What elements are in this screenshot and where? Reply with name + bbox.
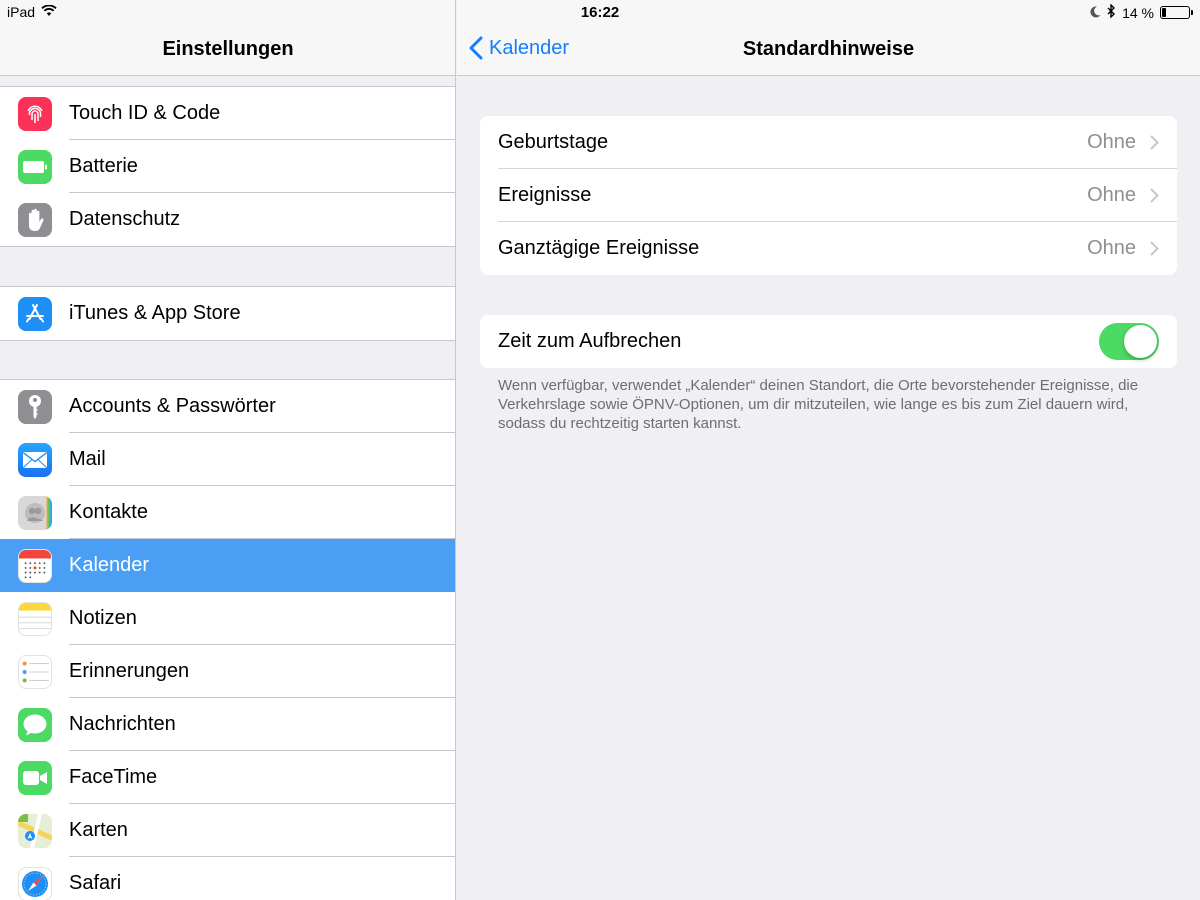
settings-group-store: iTunes & App Store [0,286,455,341]
status-time: 16:22 [580,4,620,21]
key-icon [18,389,52,424]
settings-item-label: Erinnerungen [69,660,190,682]
alert-row-label: Ereignisse [498,184,592,206]
settings-item-itunes-app-store[interactable]: iTunes & App Store [0,287,455,340]
maps-icon [18,813,52,848]
alert-row-birthdays[interactable]: Geburtstage Ohne [480,116,1177,169]
battery-icon [18,149,52,184]
calendar-detail-panel: Kalender Standardhinweise Geburtstage Oh… [457,0,1200,900]
settings-item-mail[interactable]: Mail [0,433,455,486]
settings-item-label: Kalender [69,554,150,576]
alert-row-value: Ohne [1087,184,1136,206]
settings-item-label: FaceTime [69,766,158,788]
toggle-knob [1124,325,1157,358]
settings-item-calendar[interactable]: Kalender [0,539,455,592]
alert-row-all-day-events[interactable]: Ganztägige Ereignisse Ohne [480,222,1177,275]
time-to-leave-label: Zeit zum Aufbrechen [498,330,682,352]
settings-item-battery[interactable]: Batterie [0,140,455,193]
alert-row-value: Ohne [1087,237,1136,259]
safari-icon [18,866,52,900]
settings-item-label: Nachrichten [69,713,176,735]
settings-item-privacy[interactable]: Datenschutz [0,193,455,246]
settings-item-label: Notizen [69,607,137,629]
settings-item-maps[interactable]: Karten [0,804,455,857]
notes-icon [18,601,52,636]
chevron-right-icon [1150,135,1159,150]
facetime-icon [18,760,52,795]
settings-item-contacts[interactable]: Kontakte [0,486,455,539]
alert-row-label: Geburtstage [498,131,609,153]
settings-item-reminders[interactable]: Erinnerungen [0,645,455,698]
settings-group-device: Touch ID & Code Batterie Datenschutz [0,86,455,247]
battery-percent: 14 % [1122,4,1154,21]
settings-master-panel: Einstellungen Touch ID & Code Batterie D… [0,0,456,900]
time-to-leave-toggle[interactable] [1099,323,1159,360]
settings-item-label: Karten [69,819,128,841]
chevron-right-icon [1150,241,1159,256]
moon-icon [1090,5,1101,21]
settings-item-label: Safari [69,872,122,894]
chevron-right-icon [1150,188,1159,203]
settings-item-label: Batterie [69,155,138,177]
battery-icon [1160,6,1193,19]
bluetooth-icon [1107,3,1116,21]
alert-row-events[interactable]: Ereignisse Ohne [480,169,1177,222]
fingerprint-icon [18,96,52,131]
hand-icon [18,202,52,237]
page-title: Standardhinweise [742,38,915,60]
time-to-leave-footnote: Wenn verfügbar, verwendet „Kalender“ dei… [498,377,1139,432]
settings-item-messages[interactable]: Nachrichten [0,698,455,751]
mail-icon [18,442,52,477]
time-to-leave-row: Zeit zum Aufbrechen [480,315,1177,368]
settings-item-label: Accounts & Passwörter [69,395,276,417]
master-title: Einstellungen [162,38,294,60]
messages-icon [18,707,52,742]
calendar-icon [18,548,52,583]
settings-item-notes[interactable]: Notizen [0,592,455,645]
settings-item-label: Touch ID & Code [69,102,221,124]
alert-defaults-group: Geburtstage Ohne Ereignisse Ohne Ganztäg… [480,116,1177,275]
settings-item-label: Kontakte [69,501,148,523]
alert-row-label: Ganztägige Ereignisse [498,237,700,259]
reminders-icon [18,654,52,689]
settings-item-label: Mail [69,448,106,470]
settings-item-safari[interactable]: Safari [0,857,455,900]
status-bar: iPad 16:22 14 % [0,0,1200,24]
settings-item-label: iTunes & App Store [69,302,241,324]
app-store-icon [18,296,52,331]
settings-item-touch-id[interactable]: Touch ID & Code [0,87,455,140]
contacts-icon [18,495,52,530]
time-to-leave-group: Zeit zum Aufbrechen [480,315,1177,368]
settings-group-apps: Accounts & Passwörter Mail Kontakte Kale… [0,379,455,900]
settings-item-facetime[interactable]: FaceTime [0,751,455,804]
settings-item-accounts[interactable]: Accounts & Passwörter [0,380,455,433]
battery-fill [1162,8,1166,17]
alert-row-value: Ohne [1087,131,1136,153]
status-right: 14 % [1090,3,1193,21]
settings-item-label: Datenschutz [69,208,181,230]
